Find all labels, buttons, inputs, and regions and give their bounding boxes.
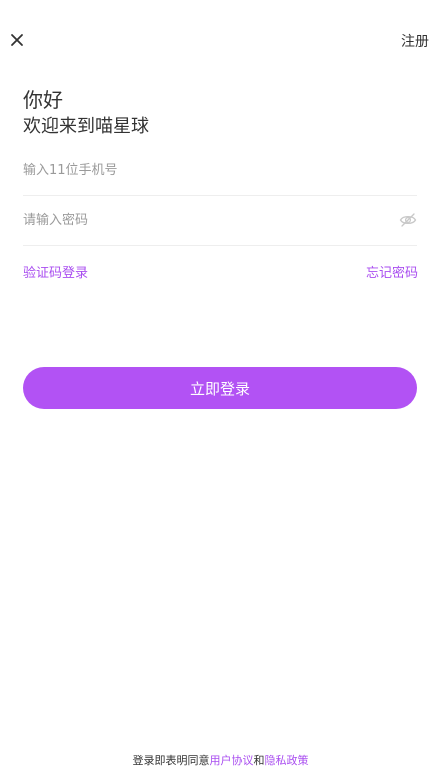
greeting-title: 你好 bbox=[23, 88, 63, 112]
eye-hidden-icon bbox=[399, 213, 417, 227]
password-input[interactable] bbox=[23, 196, 363, 244]
user-agreement-link[interactable]: 用户协议 bbox=[210, 754, 254, 767]
register-link[interactable]: 注册 bbox=[401, 31, 429, 51]
close-icon bbox=[11, 34, 23, 46]
password-field bbox=[23, 196, 417, 246]
phone-input[interactable] bbox=[23, 146, 363, 194]
agreement-and: 和 bbox=[253, 754, 265, 767]
forgot-password-link[interactable]: 忘记密码 bbox=[366, 262, 418, 281]
login-button[interactable]: 立即登录 bbox=[23, 367, 417, 409]
toggle-password-visibility-button[interactable] bbox=[399, 211, 417, 229]
close-button[interactable] bbox=[6, 29, 28, 51]
welcome-subtitle: 欢迎来到喵星球 bbox=[23, 116, 149, 137]
code-login-link[interactable]: 验证码登录 bbox=[23, 262, 88, 281]
agreement-prefix: 登录即表明同意 bbox=[132, 754, 210, 767]
phone-field bbox=[23, 146, 417, 196]
privacy-policy-link[interactable]: 隐私政策 bbox=[265, 754, 309, 767]
agreement-text: 登录即表明同意用户协议和隐私政策 bbox=[0, 752, 441, 768]
